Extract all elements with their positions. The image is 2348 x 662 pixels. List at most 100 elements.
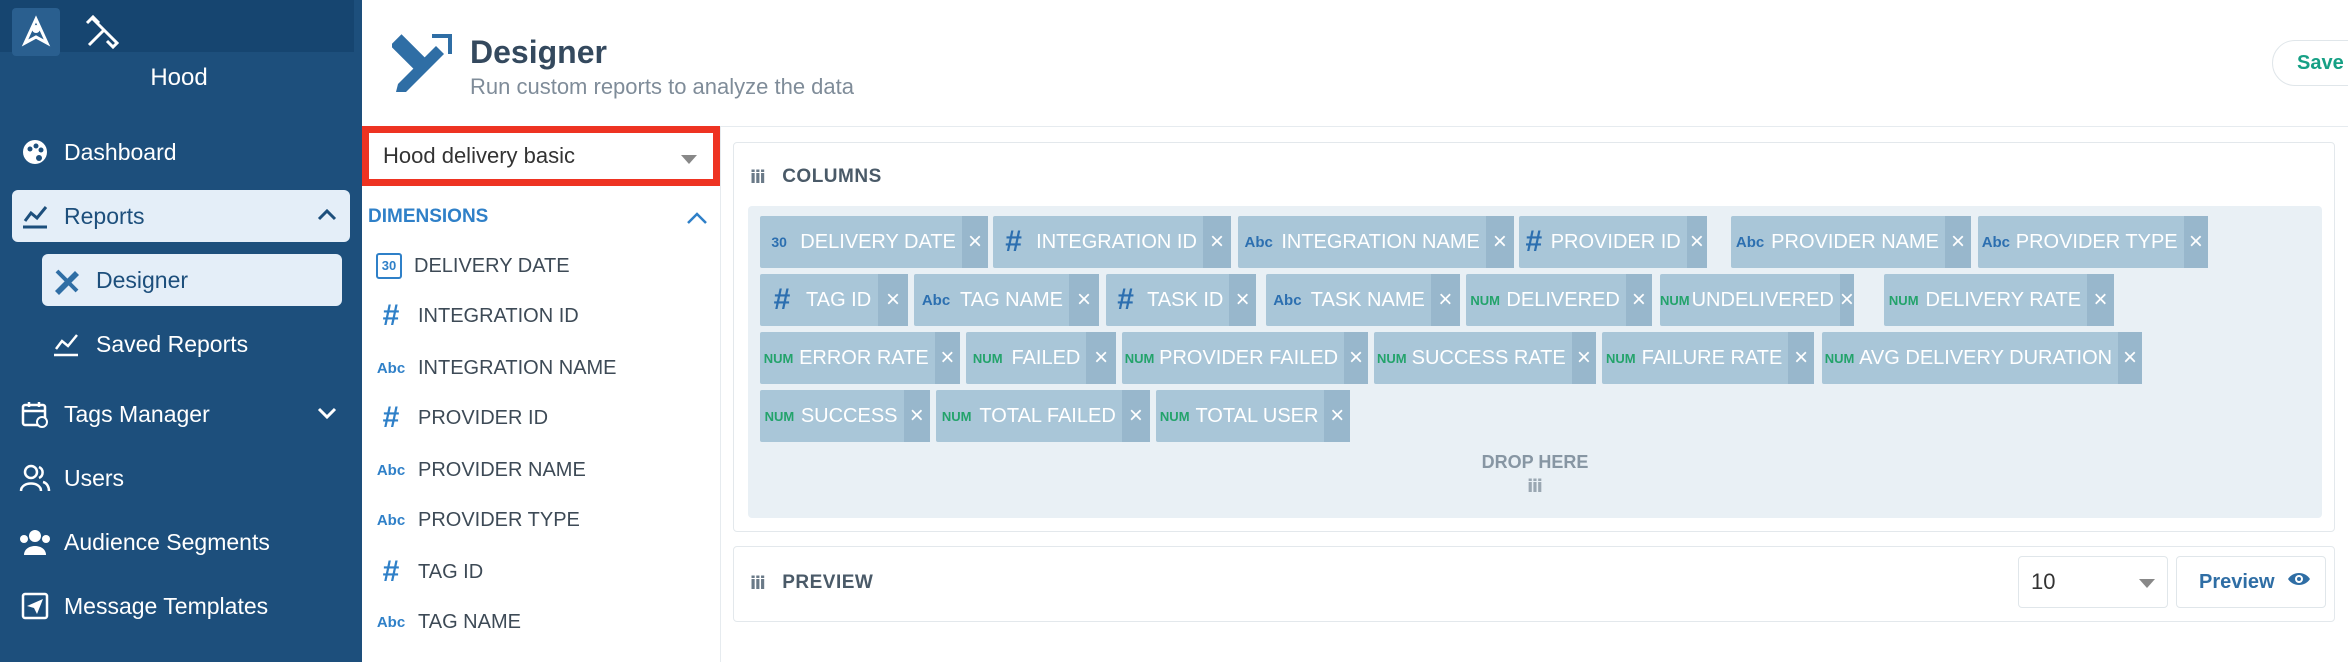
column-chip-label: INTEGRATION NAME [1281,230,1480,253]
numeric-type-icon: NUM [764,408,795,424]
chevron-up-icon[interactable] [316,204,338,232]
close-icon[interactable]: × [1686,216,1707,268]
users-icon [16,459,54,497]
text-type-icon: Abc [1981,233,2011,251]
close-icon[interactable]: × [1086,332,1116,384]
column-chip[interactable]: NUM DELIVERED × [1466,274,1652,326]
sidebar-subitem-designer[interactable]: Designer [42,254,342,306]
column-chip[interactable]: NUM TOTAL FAILED × [936,390,1150,442]
column-chip[interactable]: Abc PROVIDER TYPE × [1978,216,2208,268]
numeric-type-icon: NUM [763,350,794,366]
send-icon [16,587,54,625]
dimension-item[interactable]: # TAG ID [376,552,484,592]
close-icon[interactable]: × [1788,332,1814,384]
dimension-label: DELIVERY DATE [414,254,570,277]
sidebar-subitem-label: Saved Reports [96,330,249,357]
dimension-label: PROVIDER ID [418,406,549,429]
close-icon[interactable]: × [1121,390,1150,442]
close-icon[interactable]: × [1839,274,1854,326]
column-chip[interactable]: # TASK ID × [1106,274,1256,326]
column-chip[interactable]: NUM FAILED × [966,332,1116,384]
calendar-gear-icon [16,395,54,433]
sidebar-item-audience-segments[interactable]: Audience Segments [12,516,350,568]
column-chip[interactable]: Abc PROVIDER NAME × [1731,216,1971,268]
close-icon[interactable]: × [1202,216,1231,268]
column-chip[interactable]: NUM PROVIDER FAILED × [1122,332,1368,384]
calendar-icon: 30 [376,253,402,279]
org-logo-icon[interactable] [12,8,60,56]
close-icon[interactable]: × [1625,274,1652,326]
close-icon[interactable]: × [961,216,988,268]
close-icon[interactable]: × [1229,274,1256,326]
column-chip[interactable]: Abc TAG NAME × [914,274,1099,326]
sidebar-item-tags-manager[interactable]: Tags Manager [12,388,350,440]
preview-button[interactable]: Preview [2176,556,2326,608]
column-chip[interactable]: NUM SUCCESS × [760,390,930,442]
sidebar-item-message-templates[interactable]: Message Templates [12,580,350,632]
text-type-icon: Abc [1735,233,1765,251]
close-icon[interactable]: × [2087,274,2114,326]
tools-icon[interactable] [80,10,124,54]
close-icon[interactable]: × [878,274,908,326]
column-chip[interactable]: NUM AVG DELIVERY DURATION × [1822,332,2142,384]
sidebar-item-label: Audience Segments [64,528,270,555]
chevron-up-icon[interactable] [686,210,708,231]
close-icon[interactable]: × [1485,216,1514,268]
column-chip[interactable]: NUM FAILURE RATE × [1602,332,1814,384]
column-chip[interactable]: # INTEGRATION ID × [993,216,1231,268]
dimension-item[interactable]: Abc PROVIDER TYPE [376,500,580,540]
column-chip[interactable]: NUM DELIVERY RATE × [1884,274,2114,326]
numeric-type-icon: NUM [1605,350,1636,366]
column-chip[interactable]: NUM SUCCESS RATE × [1374,332,1596,384]
close-icon[interactable]: × [1344,332,1368,384]
numeric-type-icon: NUM [1888,292,1919,308]
preview-heading: ⅲ PREVIEW [750,572,873,594]
close-icon[interactable]: × [1430,274,1460,326]
sidebar-item-users[interactable]: Users [12,452,350,504]
close-icon[interactable]: × [1571,332,1596,384]
panel-divider [720,126,721,662]
column-chip[interactable]: Abc INTEGRATION NAME × [1238,216,1514,268]
dimension-item[interactable]: # PROVIDER ID [376,398,548,438]
column-chip[interactable]: 30 DELIVERY DATE × [760,216,988,268]
close-icon[interactable]: × [1324,390,1350,442]
column-chip[interactable]: NUM ERROR RATE × [760,332,960,384]
column-chip-label: UNDELIVERED [1691,288,1834,311]
column-chip[interactable]: NUM TOTAL USER × [1156,390,1350,442]
designer-icon [390,28,458,94]
column-chip[interactable]: Abc TASK NAME × [1266,274,1460,326]
numeric-type-icon: NUM [972,350,1003,366]
close-icon[interactable]: × [1944,216,1971,268]
dimension-item[interactable]: Abc INTEGRATION NAME [376,348,617,388]
drag-handle-icon: ⅲ [750,572,767,593]
close-icon[interactable]: × [2118,332,2142,384]
hash-icon: # [1005,225,1022,258]
sidebar-item-label: Tags Manager [64,400,210,427]
sidebar-subitem-saved-reports[interactable]: Saved Reports [42,318,342,370]
numeric-type-icon: NUM [1159,408,1190,424]
column-chip-label: FAILURE RATE [1641,346,1783,369]
close-icon[interactable]: × [903,390,930,442]
dimension-item[interactable]: Abc TAG NAME [376,602,521,642]
save-button[interactable]: Save [2272,40,2348,86]
close-icon[interactable]: × [934,332,960,384]
column-chip[interactable]: NUM UNDELIVERED × [1660,274,1854,326]
page-size-select[interactable]: 10 [2018,556,2168,608]
chevron-down-icon[interactable] [316,402,338,430]
column-chip[interactable]: # TAG ID × [760,274,908,326]
column-chip-label: PROVIDER ID [1550,230,1681,253]
dimension-label: TAG ID [418,560,484,583]
dimension-item[interactable]: Abc PROVIDER NAME [376,450,586,490]
close-icon[interactable]: × [2183,216,2208,268]
close-icon[interactable]: × [1069,274,1099,326]
column-chip-label: ERROR RATE [799,346,929,369]
columns-heading-label: COLUMNS [782,166,882,187]
audience-icon [16,523,54,561]
dimension-item[interactable]: 30 DELIVERY DATE [376,246,570,286]
sidebar-item-dashboard[interactable]: Dashboard [12,126,350,178]
sidebar-item-reports[interactable]: Reports [12,190,350,242]
hash-icon: # [382,299,400,332]
dimension-item[interactable]: # INTEGRATION ID [376,296,579,336]
report-select[interactable]: Hood delivery basic [362,126,720,186]
column-chip[interactable]: # PROVIDER ID × [1519,216,1707,268]
